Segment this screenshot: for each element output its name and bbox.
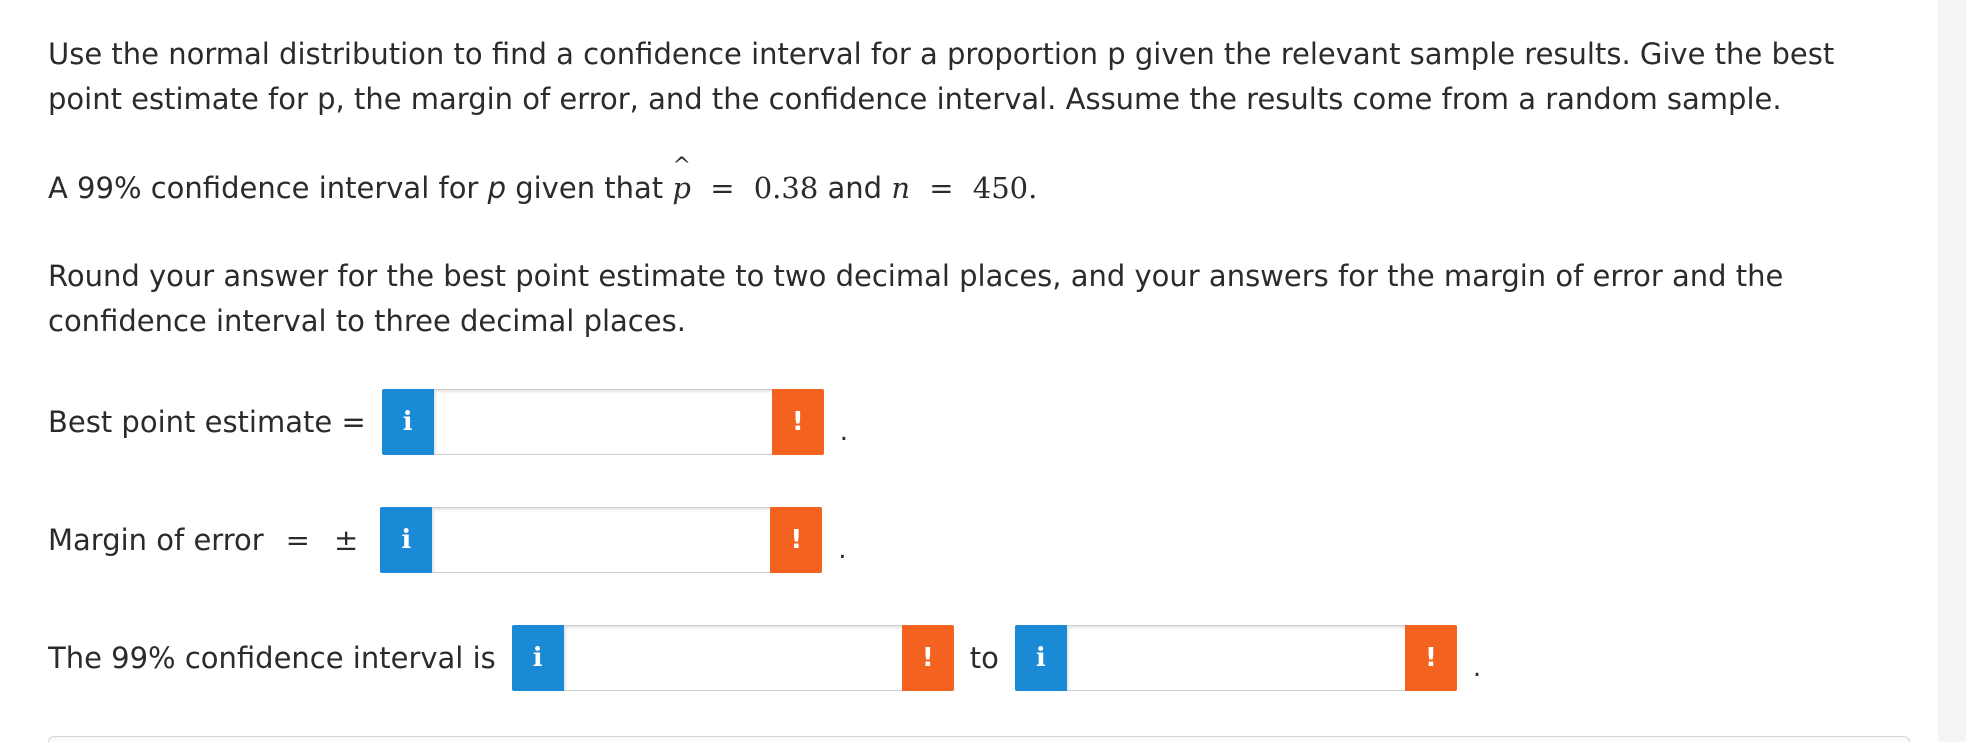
interval-lower-answer-box: i ! [511,625,954,691]
rounding-instructions: Round your answer for the best point est… [48,254,1908,344]
and-text: and [827,171,883,205]
period: . [1472,653,1482,683]
best-point-label: Best point estimate = [48,405,366,439]
info-icon[interactable]: i [1014,625,1067,691]
p-symbol: p [487,171,506,205]
alert-icon[interactable]: ! [770,507,823,573]
info-icon[interactable]: i [511,625,564,691]
margin-label: Margin of error [48,523,264,557]
equals-sign: = [710,171,735,205]
info-icon[interactable]: i [380,507,433,573]
margin-row: Margin of error = ± i ! . [48,507,847,573]
n-value: 450. [972,171,1038,205]
margin-input[interactable] [432,507,771,573]
interval-lower-input[interactable] [563,625,902,691]
best-point-answer-box: i ! [381,389,824,455]
p-hat-symbol: ^ p [672,154,691,211]
interval-row: The 99% confidence interval is i ! to i … [48,625,1481,691]
n-symbol: n [891,171,910,205]
period: . [839,417,849,447]
p-hat-value: 0.38 [753,171,819,205]
best-point-row: Best point estimate = i ! . [48,389,848,455]
next-panel-edge [48,736,1910,742]
problem-prefix: A 99% confidence interval for [48,171,479,205]
margin-answer-box: i ! [380,507,823,573]
interval-upper-answer-box: i ! [1014,625,1457,691]
hat-mark: ^ [672,154,691,179]
plus-minus-sign: ± [333,523,359,557]
scroll-gutter [1938,0,1966,742]
equals-sign: = [285,523,310,557]
alert-icon[interactable]: ! [771,389,824,455]
problem-statement: A 99% confidence interval for p given th… [48,154,1908,211]
alert-icon[interactable]: ! [1404,625,1457,691]
instructions-text: Use the normal distribution to find a co… [48,32,1908,122]
given-that-text: given that [515,171,664,205]
period: . [838,535,847,565]
instructions-paragraph: Use the normal distribution to find a co… [48,37,1835,116]
interval-label: The 99% confidence interval is [48,641,496,675]
info-icon[interactable]: i [381,389,434,455]
alert-icon[interactable]: ! [901,625,954,691]
rounding-text: Round your answer for the best point est… [48,259,1784,338]
best-point-input[interactable] [433,389,772,455]
interval-upper-input[interactable] [1066,625,1405,691]
equals-sign-2: = [929,171,954,205]
to-text: to [969,641,999,675]
